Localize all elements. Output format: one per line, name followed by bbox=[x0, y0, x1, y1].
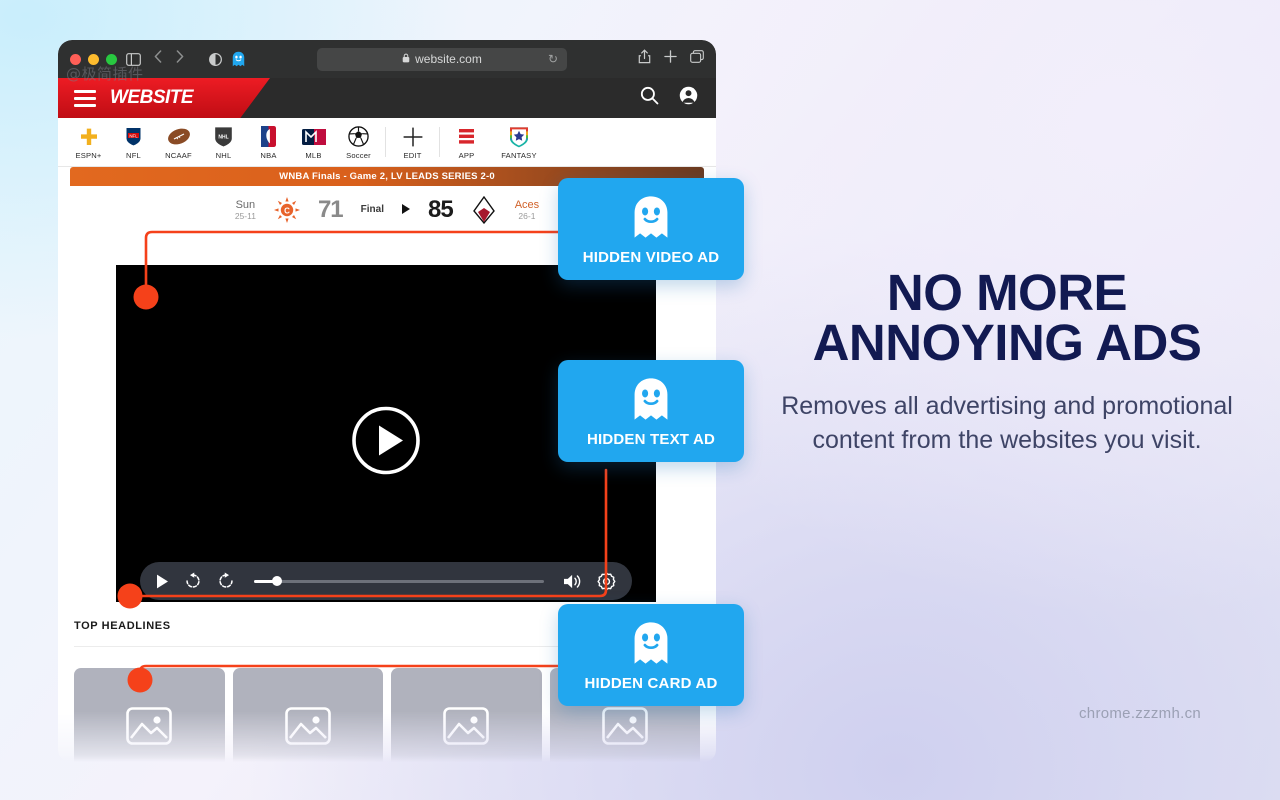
reader-mode-icon[interactable] bbox=[209, 52, 222, 66]
game-status: Final bbox=[360, 204, 384, 215]
hamburger-menu-icon[interactable] bbox=[74, 89, 96, 107]
nba-logo-icon bbox=[261, 125, 276, 149]
fantasy-star-icon bbox=[509, 125, 529, 149]
nav-item-nhl[interactable]: NHL NHL bbox=[201, 125, 246, 160]
address-bar[interactable]: website.com ↻ bbox=[317, 47, 567, 71]
svg-text:C: C bbox=[284, 206, 290, 215]
lock-icon bbox=[402, 52, 410, 66]
home-team: Aces 26-1 bbox=[515, 199, 539, 221]
site-brand-banner[interactable]: WEBSITE bbox=[58, 78, 270, 118]
nav-item-app[interactable]: APP bbox=[444, 125, 489, 160]
nav-item-label: ESPN+ bbox=[75, 150, 102, 160]
football-icon bbox=[167, 125, 191, 149]
share-icon[interactable] bbox=[638, 49, 651, 69]
image-placeholder-icon bbox=[601, 706, 648, 750]
ghost-icon bbox=[630, 376, 672, 427]
site-brand-label: WEBSITE bbox=[110, 87, 194, 108]
plus-icon bbox=[402, 125, 424, 149]
play-circle-icon[interactable] bbox=[351, 405, 421, 480]
reload-icon[interactable]: ↻ bbox=[548, 52, 558, 66]
image-placeholder-icon bbox=[443, 706, 490, 750]
nav-item-fantasy[interactable]: FANTASY bbox=[489, 125, 549, 160]
hidden-card-ad-badge[interactable]: HIDDEN CARD AD bbox=[558, 604, 744, 706]
away-team-name: Sun bbox=[235, 198, 256, 211]
search-icon[interactable] bbox=[640, 86, 659, 110]
nav-item-label: NHL bbox=[215, 150, 232, 160]
marketing-title: NO MORE ANNOYING ADS bbox=[744, 267, 1270, 371]
nav-item-nfl[interactable]: NFL NFL bbox=[111, 125, 156, 160]
marketing-title-line1: NO MORE bbox=[886, 264, 1128, 321]
ghost-icon bbox=[630, 194, 672, 245]
site-header: WEBSITE bbox=[58, 78, 716, 118]
nav-item-espn-plus[interactable]: ESPN+ bbox=[66, 125, 111, 160]
nav-item-label: Soccer bbox=[346, 150, 371, 160]
connecticut-sun-logo: C bbox=[273, 196, 300, 223]
nav-item-mlb[interactable]: MLB bbox=[291, 125, 336, 160]
new-tab-icon[interactable] bbox=[664, 50, 677, 68]
ghostery-ghost-icon[interactable] bbox=[231, 51, 246, 67]
away-team-score: 71 bbox=[317, 195, 344, 223]
gear-icon[interactable] bbox=[597, 571, 616, 591]
headline-card[interactable] bbox=[391, 668, 542, 762]
volume-icon[interactable] bbox=[563, 573, 582, 590]
nav-item-label: NCAAF bbox=[165, 150, 192, 160]
espn-app-icon bbox=[458, 125, 475, 149]
home-team-name: Aces bbox=[514, 198, 540, 211]
account-avatar-icon[interactable] bbox=[679, 86, 698, 110]
nav-item-edit[interactable]: EDIT bbox=[390, 125, 435, 160]
address-bar-url: website.com bbox=[415, 52, 482, 66]
watermark-top-left: @极简插件 bbox=[66, 65, 144, 83]
home-team-record: 26-1 bbox=[518, 210, 536, 221]
browser-toolbar: website.com ↻ bbox=[58, 40, 716, 78]
play-icon[interactable] bbox=[156, 574, 169, 589]
rewind-10-icon[interactable] bbox=[184, 572, 202, 590]
soccer-ball-icon bbox=[348, 125, 369, 149]
nav-divider bbox=[385, 127, 386, 157]
image-placeholder-icon bbox=[126, 706, 173, 750]
back-button[interactable] bbox=[154, 50, 162, 68]
caret-right-icon bbox=[401, 201, 410, 219]
hidden-video-ad-badge[interactable]: HIDDEN VIDEO AD bbox=[558, 178, 744, 280]
image-placeholder-icon bbox=[284, 706, 331, 750]
away-team: Sun 25-11 bbox=[235, 199, 256, 221]
away-team-record: 25-11 bbox=[234, 210, 256, 221]
nav-item-label: EDIT bbox=[403, 150, 422, 160]
tab-overview-icon[interactable] bbox=[690, 50, 704, 68]
las-vegas-aces-logo bbox=[471, 195, 497, 224]
badge-label: HIDDEN TEXT AD bbox=[586, 431, 716, 448]
svg-text:NFL: NFL bbox=[129, 133, 138, 138]
nav-item-label: NFL bbox=[126, 150, 141, 160]
nav-item-ncaaf[interactable]: NCAAF bbox=[156, 125, 201, 160]
nav-item-label: APP bbox=[458, 150, 475, 160]
nav-item-label: FANTASY bbox=[501, 150, 537, 160]
badge-label: HIDDEN CARD AD bbox=[584, 675, 718, 692]
marketing-subtitle: Removes all advertising and promotional … bbox=[781, 391, 1233, 454]
nhl-shield-icon: NHL bbox=[214, 125, 233, 149]
video-seek-bar[interactable] bbox=[254, 576, 544, 586]
ghost-icon bbox=[630, 620, 672, 671]
badge-label: HIDDEN VIDEO AD bbox=[582, 249, 720, 266]
video-seek-knob[interactable] bbox=[272, 576, 283, 586]
espn-plus-icon bbox=[79, 125, 99, 149]
hidden-text-ad-badge[interactable]: HIDDEN TEXT AD bbox=[558, 360, 744, 462]
home-team-score: 85 bbox=[427, 195, 454, 223]
mlb-logo-icon bbox=[301, 125, 326, 149]
nfl-shield-icon: NFL bbox=[125, 125, 142, 149]
watermark-bottom-right: chrome.zzzmh.cn bbox=[1079, 705, 1202, 722]
nav-item-soccer[interactable]: Soccer bbox=[336, 125, 381, 160]
nav-item-nba[interactable]: NBA bbox=[246, 125, 291, 160]
headline-card[interactable] bbox=[232, 668, 383, 762]
forward-button[interactable] bbox=[176, 50, 184, 68]
marketing-block: NO MORE ANNOYING ADS Removes all adverti… bbox=[744, 267, 1270, 457]
video-controls[interactable] bbox=[140, 562, 632, 600]
nav-item-label: MLB bbox=[305, 150, 322, 160]
nav-item-label: NBA bbox=[260, 150, 277, 160]
marketing-title-line2: ANNOYING ADS bbox=[812, 313, 1202, 371]
svg-text:NHL: NHL bbox=[218, 135, 228, 141]
nav-divider bbox=[439, 127, 440, 157]
site-nav-row: ESPN+ NFL NFL NCAAF NHL NHL NBA MLB Socc… bbox=[58, 118, 716, 167]
headline-card[interactable] bbox=[74, 668, 225, 762]
forward-10-icon[interactable] bbox=[217, 572, 235, 590]
